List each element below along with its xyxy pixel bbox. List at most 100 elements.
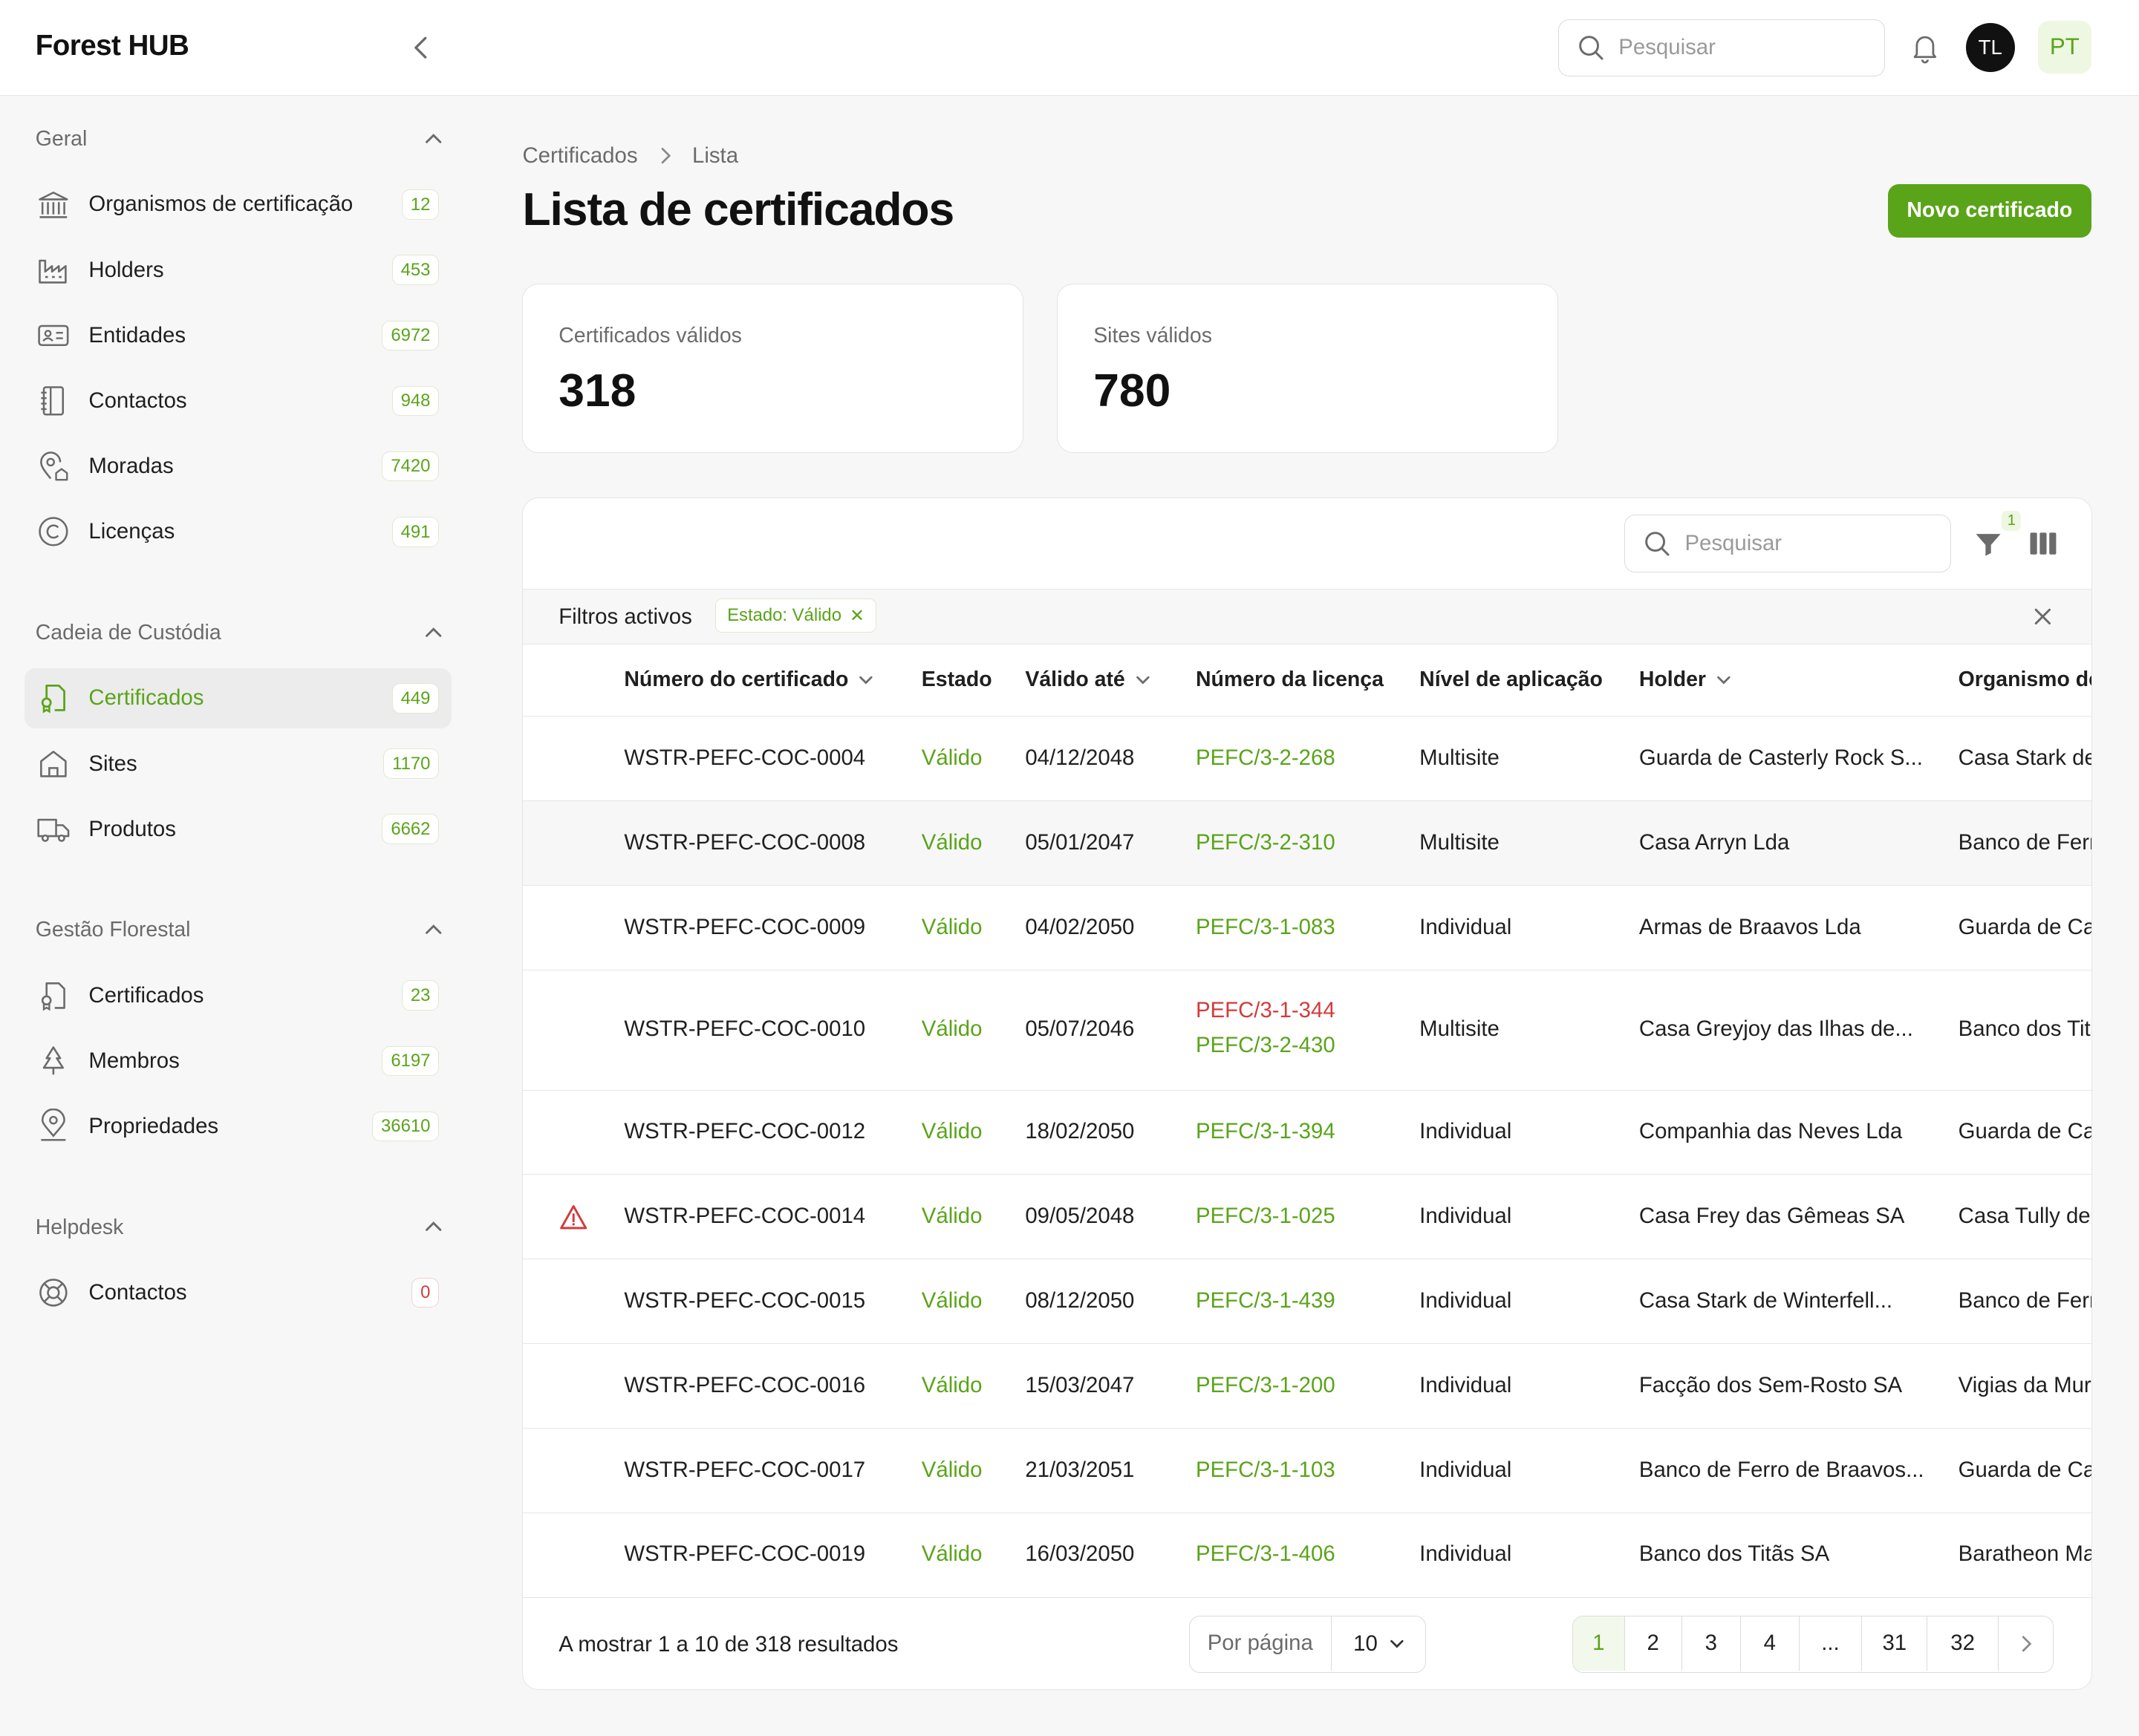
sidebar-item-label: Entidades: [88, 322, 186, 347]
breadcrumb-parent[interactable]: Certificados: [522, 143, 637, 169]
sidebar-item-label: Licenças: [88, 519, 175, 544]
sidebar-item-licencas[interactable]: Licenças 491: [25, 502, 452, 562]
global-search-input[interactable]: [1618, 35, 1851, 61]
column-header-org[interactable]: Organismo de certificação: [1959, 668, 2092, 692]
license-link[interactable]: PEFC/3-1-394: [1196, 1119, 1335, 1144]
global-search[interactable]: [1557, 19, 1886, 76]
sidebar-item-propriedades[interactable]: Propriedades 36610: [25, 1097, 452, 1157]
license-link[interactable]: PEFC/3-1-103: [1196, 1458, 1335, 1483]
remove-filter-icon[interactable]: ✕: [850, 605, 865, 627]
table-row[interactable]: WSTR-PEFC-COC-0010 Válido 05/07/2046 PEFC/3…: [523, 970, 2092, 1091]
table-search[interactable]: [1624, 515, 1952, 572]
sidebar-item-coc-certificados[interactable]: Certificados 449: [25, 668, 452, 728]
cell-certification-body: Guarda de Casterly Rock: [1958, 1457, 2093, 1482]
table-row[interactable]: WSTR-PEFC-COC-0016 Válido 15/03/2047 PEFC/3…: [523, 1344, 2092, 1429]
cell-certification-body: Baratheon Madeiras: [1958, 1541, 2093, 1567]
column-header-license[interactable]: Número da licença: [1196, 668, 1384, 692]
app-brand[interactable]: Forest HUB: [36, 30, 189, 62]
license-link[interactable]: PEFC/3-2-268: [1196, 745, 1335, 771]
filter-chip-status[interactable]: Estado: Válido ✕: [715, 598, 876, 633]
clear-filters-icon[interactable]: [2029, 603, 2057, 630]
language-switcher[interactable]: PT: [2038, 20, 2091, 74]
cell-certification-body: Guarda de Casterly Rock: [1958, 914, 2093, 939]
per-page-value: 10: [1353, 1631, 1378, 1657]
filter-icon[interactable]: [1972, 527, 2005, 560]
cell-valid-until: 04/12/2048: [1025, 745, 1135, 770]
page-button[interactable]: 2: [1625, 1616, 1682, 1671]
active-filters-label: Filtros activos: [559, 604, 692, 629]
page-title: Lista de certificados: [522, 183, 954, 236]
cell-status: Válido: [921, 1119, 983, 1144]
column-header-number[interactable]: Número do certificado: [624, 668, 876, 692]
column-header-valid-until[interactable]: Válido até: [1025, 668, 1152, 692]
page-button[interactable]: 32: [1927, 1616, 1999, 1671]
cell-status: Válido: [921, 745, 983, 770]
column-header-level[interactable]: Nível de aplicação: [1419, 668, 1603, 692]
table-row[interactable]: WSTR-PEFC-COC-0014 Válido 09/05/2048 PEFC/3…: [523, 1175, 2092, 1260]
table-row[interactable]: WSTR-PEFC-COC-0008 Válido 05/01/2047 PEFC/3…: [523, 801, 2092, 886]
page-button[interactable]: 31: [1862, 1616, 1928, 1671]
stat-value: 780: [1093, 364, 1171, 417]
per-page-selector[interactable]: Por página 10: [1188, 1615, 1427, 1673]
factory-icon: [38, 259, 67, 284]
cell-valid-until: 04/02/2050: [1025, 914, 1135, 939]
sidebar-item-gf-certificados[interactable]: Certificados 23: [25, 965, 452, 1025]
sidebar-item-entidades[interactable]: Entidades 6972: [25, 305, 452, 365]
per-page-select[interactable]: 10: [1332, 1616, 1426, 1672]
sidebar-item-organismos[interactable]: Organismos de certificação 12: [25, 174, 452, 235]
cell-holder: Banco de Ferro de Braavos...: [1638, 1457, 1924, 1482]
collapse-sidebar-icon[interactable]: [406, 33, 436, 62]
copyright-icon: [38, 517, 68, 546]
count-badge: 453: [391, 255, 440, 285]
sidebar-section-cadeia[interactable]: Cadeia de Custódia: [36, 616, 445, 649]
license-link[interactable]: PEFC/3-1-439: [1196, 1288, 1335, 1314]
license-link[interactable]: PEFC/3-1-344: [1196, 998, 1335, 1023]
column-header-holder[interactable]: Holder: [1639, 668, 1733, 692]
page-button[interactable]: 3: [1682, 1616, 1741, 1671]
sidebar-item-label: Certificados: [88, 982, 204, 1008]
cell-holder: Guarda de Casterly Rock S...: [1638, 745, 1923, 770]
columns-icon[interactable]: [2026, 527, 2059, 560]
table-row[interactable]: WSTR-PEFC-COC-0017 Válido 21/03/2051 PEFC/3…: [523, 1429, 2092, 1513]
table-row[interactable]: WSTR-PEFC-COC-0004 Válido 04/12/2048 PEFC/3…: [523, 717, 2092, 802]
sidebar-item-produtos[interactable]: Produtos 6662: [25, 799, 452, 859]
table-row[interactable]: WSTR-PEFC-COC-0009 Válido 04/02/2050 PEFC/3…: [523, 886, 2092, 970]
sidebar-item-label: Moradas: [88, 454, 174, 479]
cell-certificate-number: WSTR-PEFC-COC-0009: [624, 914, 866, 939]
cell-status: Válido: [921, 1288, 983, 1313]
table-search-input[interactable]: [1684, 530, 1917, 556]
sidebar-item-sites[interactable]: Sites 1170: [25, 734, 452, 794]
sidebar-section-gestao[interactable]: Gestão Florestal: [36, 914, 445, 947]
new-certificate-button[interactable]: Novo certificado: [1887, 183, 2091, 238]
chevron-down-icon: [1390, 1640, 1404, 1648]
page-button[interactable]: 1: [1572, 1616, 1625, 1671]
column-header-status[interactable]: Estado: [922, 668, 992, 692]
license-link[interactable]: PEFC/3-1-406: [1196, 1541, 1335, 1567]
sidebar-item-moradas[interactable]: Moradas 7420: [25, 437, 452, 497]
sidebar-item-contactos[interactable]: Contactos 948: [25, 371, 452, 431]
table-row[interactable]: WSTR-PEFC-COC-0012 Válido 18/02/2050 PEFC/3…: [523, 1091, 2092, 1175]
license-link[interactable]: PEFC/3-2-430: [1196, 1033, 1335, 1058]
notifications-bell-icon[interactable]: [1907, 30, 1943, 65]
user-avatar[interactable]: TL: [1965, 23, 2015, 73]
cell-holder: Facção dos Sem-Rosto SA: [1638, 1372, 1903, 1397]
next-page-icon[interactable]: [1999, 1616, 2053, 1671]
cell-application-level: Multisite: [1419, 1017, 1500, 1042]
license-link[interactable]: PEFC/3-1-025: [1196, 1204, 1335, 1229]
page-button[interactable]: 4: [1741, 1616, 1800, 1671]
sidebar-section-geral[interactable]: Geral: [36, 123, 445, 155]
sidebar-section-helpdesk[interactable]: Helpdesk: [36, 1211, 445, 1244]
cell-holder: Casa Stark de Winterfell...: [1638, 1288, 1893, 1313]
license-link[interactable]: PEFC/3-2-310: [1196, 830, 1335, 855]
table-row[interactable]: WSTR-PEFC-COC-0015 Válido 08/12/2050 PEFC/3…: [523, 1259, 2092, 1345]
sidebar-item-membros[interactable]: Membros 6197: [25, 1031, 452, 1091]
license-link[interactable]: PEFC/3-1-200: [1196, 1373, 1335, 1398]
sidebar-item-holders[interactable]: Holders 453: [25, 240, 452, 300]
sidebar-item-helpdesk-contactos[interactable]: Contactos 0: [25, 1263, 452, 1323]
cell-application-level: Individual: [1419, 1457, 1512, 1482]
cell-status: Válido: [921, 1372, 983, 1397]
license-link[interactable]: PEFC/3-1-083: [1196, 915, 1335, 940]
cell-valid-until: 21/03/2051: [1025, 1457, 1135, 1482]
table-row[interactable]: WSTR-PEFC-COC-0019 Válido 16/03/2050 PEFC/3…: [523, 1513, 2092, 1598]
chevron-up-icon: [426, 924, 442, 934]
